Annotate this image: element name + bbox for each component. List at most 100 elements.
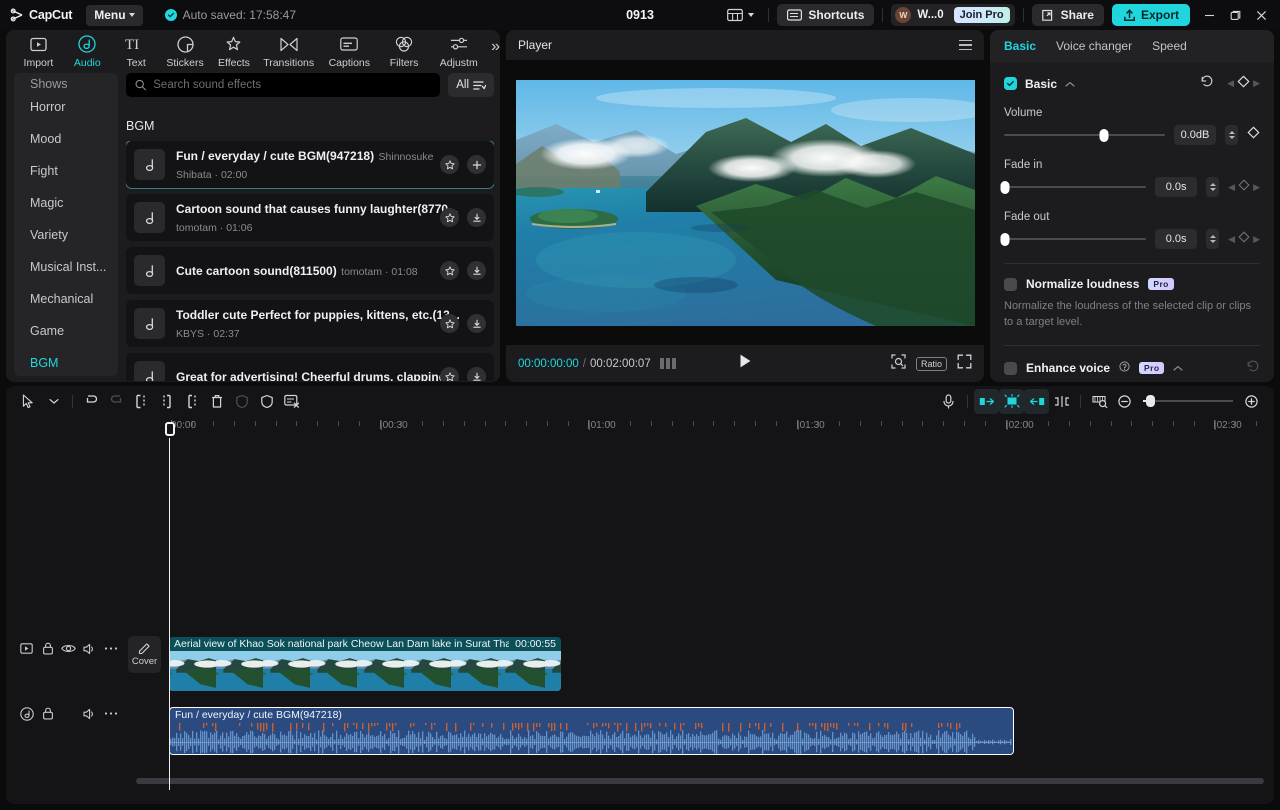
prev-keyframe-icon[interactable]: ◀: [1228, 234, 1235, 245]
category-item-shows[interactable]: Shows: [14, 73, 118, 91]
user-account-chip[interactable]: W W...0 Join Pro: [891, 4, 1014, 26]
menu-button[interactable]: Menu: [86, 5, 142, 26]
enhance-voice-checkbox[interactable]: [1004, 362, 1017, 375]
export-button[interactable]: Export: [1112, 4, 1190, 26]
list-item[interactable]: Cute cartoon sound(811500) tomotam · 01:…: [126, 247, 494, 294]
next-keyframe-icon[interactable]: ▶: [1253, 78, 1260, 89]
trim-start-icon[interactable]: [154, 389, 179, 414]
auto-snap-right-icon[interactable]: [1024, 389, 1049, 414]
fade-out-value[interactable]: 0.0s: [1155, 229, 1197, 249]
tab-transitions[interactable]: Transitions: [258, 35, 319, 69]
category-item-mechanical[interactable]: Mechanical: [14, 283, 118, 315]
category-item-bgm[interactable]: BGM: [14, 347, 118, 376]
mute-icon[interactable]: [79, 703, 100, 724]
cover-button[interactable]: Cover: [128, 636, 161, 673]
favorite-star-icon[interactable]: [440, 208, 459, 227]
add-to-timeline-icon[interactable]: [467, 155, 486, 174]
volume-value[interactable]: 0.0dB: [1174, 125, 1216, 145]
undo-icon[interactable]: [79, 389, 104, 414]
volume-stepper[interactable]: [1225, 125, 1238, 145]
tab-basic[interactable]: Basic: [1004, 39, 1036, 53]
video-clip[interactable]: Aerial view of Khao Sok national park Ch…: [169, 637, 561, 691]
lock-icon[interactable]: [37, 638, 58, 659]
fade-in-value[interactable]: 0.0s: [1155, 177, 1197, 197]
record-voiceover-icon[interactable]: [936, 389, 961, 414]
reset-icon[interactable]: [1246, 359, 1260, 378]
prev-keyframe-icon[interactable]: ◀: [1227, 78, 1234, 89]
search-input[interactable]: [153, 79, 431, 91]
split-icon[interactable]: [129, 389, 154, 414]
video-preview[interactable]: [516, 80, 975, 326]
tab-filters[interactable]: Filters: [380, 35, 429, 69]
category-item-game[interactable]: Game: [14, 315, 118, 347]
list-item[interactable]: Great for advertising! Cheerful drums, c…: [126, 353, 494, 381]
list-item[interactable]: Fun / everyday / cute BGM(947218) Shinno…: [126, 141, 494, 188]
shortcuts-button[interactable]: Shortcuts: [777, 4, 874, 26]
filter-button[interactable]: All: [448, 73, 494, 97]
favorite-star-icon[interactable]: [440, 261, 459, 280]
zoom-preview-icon[interactable]: [891, 354, 906, 374]
audio-clip[interactable]: Fun / everyday / cute BGM(947218): [169, 707, 1014, 755]
list-item[interactable]: Toddler cute Perfect for puppies, kitten…: [126, 300, 494, 347]
download-icon[interactable]: [467, 261, 486, 280]
category-item-musical-instruments[interactable]: Musical Inst...: [14, 251, 118, 283]
zoom-out-icon[interactable]: [1112, 389, 1137, 414]
visibility-icon[interactable]: [58, 638, 79, 659]
basic-enabled-checkbox[interactable]: [1004, 77, 1017, 90]
track-type-icon[interactable]: [16, 638, 37, 659]
tab-text[interactable]: TI Text: [112, 35, 161, 69]
auto-magnet-icon[interactable]: [999, 389, 1024, 414]
list-item[interactable]: Cartoon sound that causes funny laughter…: [126, 194, 494, 241]
tab-speed[interactable]: Speed: [1152, 39, 1187, 53]
favorite-star-icon[interactable]: [440, 155, 459, 174]
zoom-in-icon[interactable]: [1239, 389, 1264, 414]
play-button[interactable]: [737, 353, 753, 374]
fade-in-stepper[interactable]: [1206, 177, 1219, 197]
auto-snap-left-icon[interactable]: [974, 389, 999, 414]
download-icon[interactable]: [467, 314, 486, 333]
normalize-loudness-checkbox[interactable]: [1004, 278, 1017, 291]
category-item-horror[interactable]: Horror: [14, 91, 118, 123]
tab-effects[interactable]: Effects: [210, 35, 259, 69]
fade-out-slider[interactable]: [1004, 232, 1146, 246]
fade-out-stepper[interactable]: [1206, 229, 1219, 249]
slider-knob[interactable]: [1001, 181, 1010, 194]
close-button[interactable]: [1248, 1, 1274, 29]
layout-switch-button[interactable]: [721, 5, 760, 25]
prev-keyframe-icon[interactable]: ◀: [1228, 182, 1235, 193]
favorite-star-icon[interactable]: [440, 367, 459, 381]
reset-icon[interactable]: [1200, 74, 1214, 93]
playhead-handle[interactable]: [165, 422, 175, 436]
tab-adjustment[interactable]: Adjustm: [428, 35, 489, 69]
normalize-loudness-row[interactable]: Normalize loudness Pro: [1004, 277, 1260, 291]
fullscreen-icon[interactable]: [957, 354, 972, 374]
category-item-magic[interactable]: Magic: [14, 187, 118, 219]
more-options-icon[interactable]: [100, 638, 121, 659]
ratio-button[interactable]: Ratio: [916, 357, 947, 371]
more-options-icon[interactable]: [100, 703, 121, 724]
volume-slider[interactable]: [1004, 128, 1165, 142]
timeline-ruler[interactable]: 00:00 |00:30 |01:00 |01:30 |02:00 |02:30: [6, 416, 1274, 438]
delete-icon[interactable]: [204, 389, 229, 414]
fade-in-slider[interactable]: [1004, 180, 1146, 194]
lock-icon[interactable]: [37, 703, 58, 724]
horizontal-scrollbar[interactable]: [136, 778, 1264, 784]
share-button[interactable]: Share: [1032, 4, 1104, 26]
playhead[interactable]: [169, 438, 170, 790]
collapse-chevron-icon[interactable]: [1173, 359, 1183, 377]
slider-knob[interactable]: [1099, 129, 1108, 142]
category-item-mood[interactable]: Mood: [14, 123, 118, 155]
quality-bars-icon[interactable]: [660, 358, 676, 369]
tab-stickers[interactable]: Stickers: [161, 35, 210, 69]
audio-track-icon[interactable]: [16, 703, 37, 724]
slider-knob[interactable]: [1001, 233, 1010, 246]
join-pro-button[interactable]: Join Pro: [954, 7, 1010, 23]
tool-dropdown-icon[interactable]: [41, 389, 66, 414]
timeline-zoom-slider[interactable]: [1143, 394, 1233, 408]
mask-icon[interactable]: [229, 389, 254, 414]
next-keyframe-icon[interactable]: ▶: [1253, 182, 1260, 193]
remove-captions-icon[interactable]: [279, 389, 304, 414]
tab-import[interactable]: Import: [14, 35, 63, 69]
favorite-star-icon[interactable]: [440, 314, 459, 333]
enhance-voice-row[interactable]: Enhance voice Pro: [1004, 359, 1260, 378]
